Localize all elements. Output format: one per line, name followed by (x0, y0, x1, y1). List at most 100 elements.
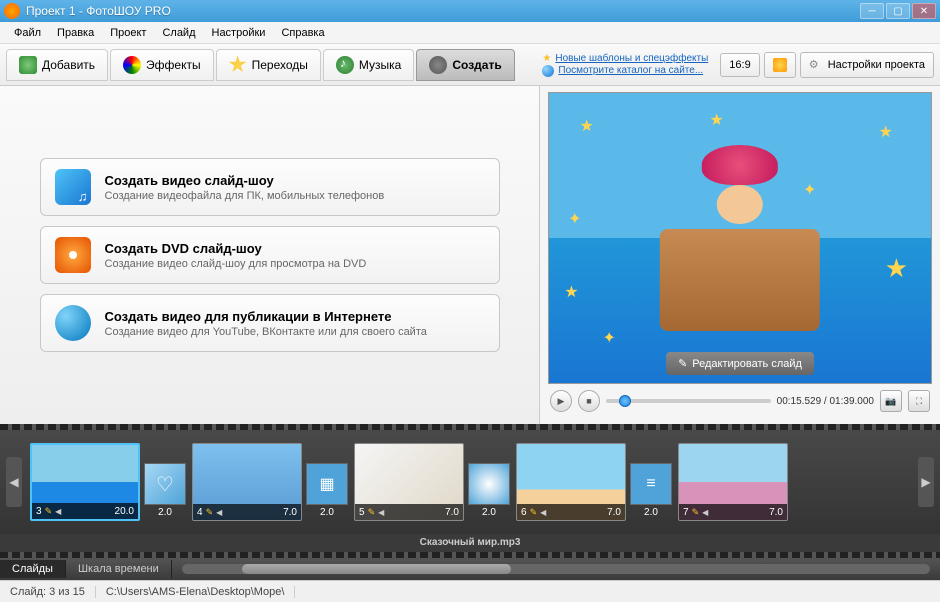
create-dvd-desc: Создание видео слайд-шоу для просмотра н… (105, 258, 367, 270)
tab-transitions-label: Переходы (252, 58, 308, 72)
minimize-button[interactable]: ─ (860, 3, 884, 19)
timeline-slide-7[interactable]: 7✎◀7.0 (678, 443, 788, 521)
preview-suitcase-graphic (660, 229, 820, 331)
preview-viewport: ★★ ★✦ ★✦ ★✦ ✎Редактировать слайд (548, 92, 932, 384)
player-controls: ▶ ■ 00:15.529 / 01:39.000 📷 ⛶ (548, 384, 932, 418)
grid-transition-icon: ▦ (306, 463, 348, 505)
tab-music-label: Музыка (359, 58, 401, 72)
progress-knob[interactable] (619, 395, 631, 407)
timeline-slide-3[interactable]: 3✎◀20.0 2.0 (30, 443, 186, 521)
heart-transition-icon (144, 463, 186, 505)
film-reel-icon (429, 56, 447, 74)
create-web-desc: Создание видео для YouTube, ВКонтакте ил… (105, 326, 427, 338)
tab-timeline-view[interactable]: Шкала времени (66, 560, 172, 578)
star-small-icon: ★ (542, 53, 551, 64)
chevron-icon[interactable]: ◀ (378, 508, 384, 517)
play-button[interactable]: ▶ (550, 390, 572, 412)
create-video-desc: Создание видеофайла для ПК, мобильных те… (105, 190, 385, 202)
timeline: ◀ 3✎◀20.0 2.0 4✎◀7.0 ▦2.0 5✎◀7.0 2.0 6✎◀… (0, 424, 940, 558)
window-title: Проект 1 - ФотоШОУ PRO (26, 4, 860, 18)
fullscreen-button[interactable]: ⛶ (908, 390, 930, 412)
create-panel: Создать видео слайд-шоу Создание видеофа… (0, 86, 540, 424)
pencil-icon[interactable]: ✎ (530, 507, 538, 518)
tab-add[interactable]: Добавить (6, 49, 108, 81)
film-strip-bottom (0, 552, 940, 558)
chevron-icon[interactable]: ◀ (55, 507, 61, 516)
pencil-icon[interactable]: ✎ (368, 507, 376, 518)
globe-icon (55, 305, 91, 341)
timeline-next[interactable]: ▶ (918, 457, 934, 507)
gear-icon: ⚙ (809, 58, 823, 72)
sunset-icon (773, 58, 787, 72)
preview-person-graphic (702, 145, 778, 244)
scrollbar-thumb[interactable] (242, 564, 511, 574)
create-dvd-option[interactable]: Создать DVD слайд-шоу Создание видео сла… (40, 226, 500, 284)
menu-help[interactable]: Справка (273, 25, 332, 41)
bars-transition-icon: ≡ (630, 463, 672, 505)
titlebar: Проект 1 - ФотоШОУ PRO ─ ▢ ✕ (0, 0, 940, 22)
statusbar: Слайд: 3 из 15 C:\Users\AMS-Elena\Deskto… (0, 580, 940, 602)
camera-add-icon (19, 56, 37, 74)
chevron-icon[interactable]: ◀ (540, 508, 546, 517)
create-dvd-title: Создать DVD слайд-шоу (105, 241, 367, 256)
slides-row: ◀ 3✎◀20.0 2.0 4✎◀7.0 ▦2.0 5✎◀7.0 2.0 6✎◀… (0, 430, 940, 534)
circle-transition-icon (468, 463, 510, 505)
tab-music[interactable]: Музыка (323, 49, 414, 81)
tab-slides-view[interactable]: Слайды (0, 560, 66, 578)
progress-bar[interactable] (606, 399, 771, 403)
menu-slide[interactable]: Слайд (154, 25, 203, 41)
timeline-prev[interactable]: ◀ (6, 457, 22, 507)
pencil-icon[interactable]: ✎ (692, 507, 700, 518)
menu-project[interactable]: Проект (102, 25, 154, 41)
menu-settings[interactable]: Настройки (204, 25, 274, 41)
menu-file[interactable]: Файл (6, 25, 49, 41)
promo-links: ★Новые шаблоны и спецэффекты Посмотрите … (534, 53, 716, 77)
snapshot-button[interactable]: 📷 (880, 390, 902, 412)
chevron-icon[interactable]: ◀ (216, 508, 222, 517)
tab-create[interactable]: Создать (416, 49, 514, 81)
transition-6[interactable]: ≡2.0 (630, 463, 672, 521)
tab-effects[interactable]: Эффекты (110, 49, 214, 81)
palette-icon (123, 56, 141, 74)
pencil-icon: ✎ (678, 357, 687, 370)
maximize-button[interactable]: ▢ (886, 3, 910, 19)
timeline-slide-6[interactable]: 6✎◀7.0 ≡2.0 (516, 443, 672, 521)
stop-button[interactable]: ■ (578, 390, 600, 412)
promo-catalog[interactable]: Посмотрите каталог на сайте... (542, 65, 708, 77)
timeline-scrollbar[interactable] (182, 564, 930, 574)
transition-5[interactable]: 2.0 (468, 463, 510, 521)
create-web-option[interactable]: Создать видео для публикации в Интернете… (40, 294, 500, 352)
tab-effects-label: Эффекты (146, 58, 201, 72)
project-settings-button[interactable]: ⚙Настройки проекта (800, 52, 934, 78)
background-button[interactable] (764, 52, 796, 78)
audio-track[interactable]: Сказочный мир.mp3 (0, 534, 940, 552)
timeline-slide-5[interactable]: 5✎◀7.0 2.0 (354, 443, 510, 521)
timeline-tabs: Слайды Шкала времени (0, 558, 940, 580)
time-display: 00:15.529 / 01:39.000 (777, 396, 874, 407)
transition-4[interactable]: ▦2.0 (306, 463, 348, 521)
window-controls: ─ ▢ ✕ (860, 3, 936, 19)
create-video-option[interactable]: Создать видео слайд-шоу Создание видеофа… (40, 158, 500, 216)
promo-templates[interactable]: ★Новые шаблоны и спецэффекты (542, 53, 708, 64)
create-web-title: Создать видео для публикации в Интернете (105, 309, 427, 324)
aspect-ratio-button[interactable]: 16:9 (720, 53, 759, 77)
star-icon (229, 56, 247, 74)
dvd-disc-icon (55, 237, 91, 273)
pencil-icon[interactable]: ✎ (206, 507, 214, 518)
chevron-icon[interactable]: ◀ (702, 508, 708, 517)
pencil-icon[interactable]: ✎ (45, 506, 53, 517)
main-area: Создать видео слайд-шоу Создание видеофа… (0, 86, 940, 424)
transition-3[interactable]: 2.0 (144, 463, 186, 521)
edit-slide-button[interactable]: ✎Редактировать слайд (666, 352, 814, 375)
toolbar: Добавить Эффекты Переходы Музыка Создать… (0, 44, 940, 86)
create-video-title: Создать видео слайд-шоу (105, 173, 385, 188)
tab-transitions[interactable]: Переходы (216, 49, 321, 81)
timeline-slide-4[interactable]: 4✎◀7.0 ▦2.0 (192, 443, 348, 521)
status-path: C:\Users\AMS-Elena\Desktop\Море\ (96, 586, 296, 598)
globe-small-icon (542, 65, 554, 77)
slides-container: 3✎◀20.0 2.0 4✎◀7.0 ▦2.0 5✎◀7.0 2.0 6✎◀7.… (30, 443, 910, 521)
close-button[interactable]: ✕ (912, 3, 936, 19)
menu-edit[interactable]: Правка (49, 25, 102, 41)
music-note-icon (336, 56, 354, 74)
app-icon (4, 3, 20, 19)
